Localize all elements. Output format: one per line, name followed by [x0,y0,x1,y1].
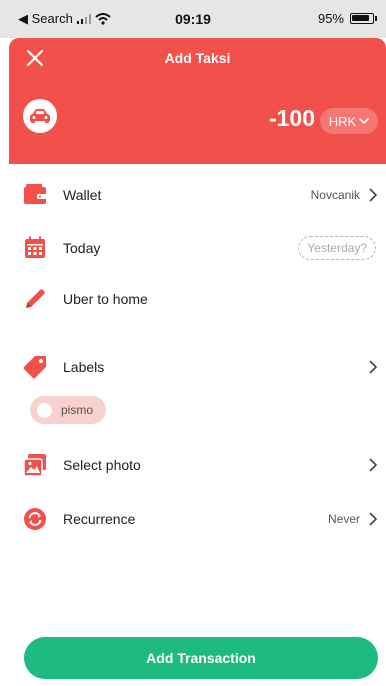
note-text[interactable]: Uber to home [63,291,148,307]
chevron-right-icon [369,360,377,374]
note-row[interactable]: Uber to home [9,278,386,320]
status-bar: ◀ Search 09:19 95% [0,0,386,38]
chevron-right-icon [369,188,377,202]
chevron-down-icon [359,117,370,124]
photo-row[interactable]: Select photo [9,444,386,486]
recurrence-icon [24,508,46,530]
battery-percent: 95% [317,11,344,26]
calendar-icon [25,236,45,258]
recurrence-row[interactable]: Recurrence Never [9,498,386,540]
car-icon [30,109,50,123]
wallet-icon [24,184,46,204]
currency-selector[interactable]: HRK [320,108,378,134]
pencil-icon [26,289,45,308]
date-row[interactable]: Today Yesterday? [9,227,386,269]
chip-dot [37,402,52,418]
labels-row[interactable]: Labels [9,346,386,388]
transaction-header: Add Taksi -100 HRK [9,38,386,164]
wallet-value: Novcanik [310,188,360,202]
label-chip[interactable]: pismo [30,396,106,424]
battery-icon [350,13,377,24]
currency-label: HRK [328,113,357,129]
date-label: Today [63,240,101,256]
photo-icon [23,454,46,477]
wallet-row[interactable]: Wallet Novcanik [9,174,386,216]
tag-icon [23,356,46,379]
add-transaction-button[interactable]: Add Transaction [24,637,378,679]
recurrence-value: Never [327,512,360,526]
status-right: 95% [317,11,377,26]
labels-label: Labels [63,359,105,375]
amount-value[interactable]: -100 [269,105,315,132]
recurrence-label: Recurrence [63,511,136,527]
wallet-label: Wallet [63,187,102,203]
category-icon-button[interactable] [23,99,57,133]
photo-label: Select photo [63,457,141,473]
yesterday-button[interactable]: Yesterday? [298,236,376,260]
label-chip-text: pismo [61,403,94,417]
page-title: Add Taksi [164,50,231,66]
chevron-right-icon [369,512,377,526]
chevron-right-icon [369,458,377,472]
